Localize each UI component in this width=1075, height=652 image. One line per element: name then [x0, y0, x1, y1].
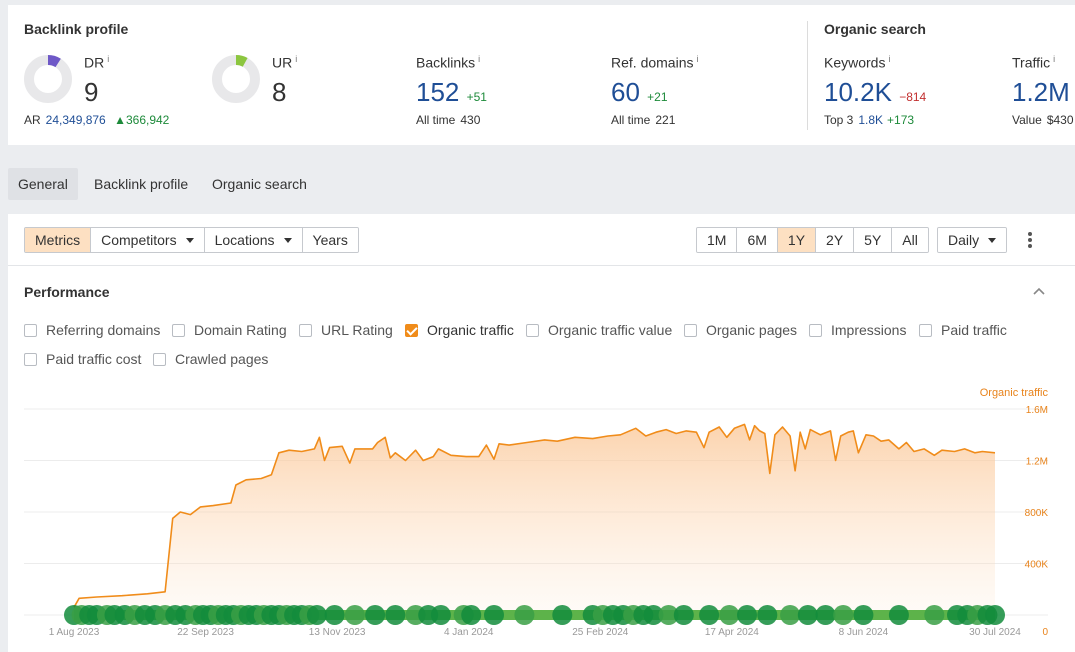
- dr-label[interactable]: DR i: [84, 54, 109, 71]
- top3-line: Top 3 1.8K +173: [824, 113, 915, 127]
- y-tick-label: 800K: [1025, 508, 1049, 519]
- event-marker: [797, 605, 818, 625]
- organic-traffic-area: [74, 424, 995, 615]
- ref-domains-delta: +21: [647, 90, 668, 104]
- event-marker: [815, 605, 836, 625]
- event-marker: [853, 605, 874, 625]
- tab-organic-search[interactable]: Organic search: [202, 168, 317, 200]
- keywords-value[interactable]: 10.2K −814: [824, 79, 926, 105]
- backlinks-delta: +51: [466, 90, 487, 104]
- arrow-up-icon: ▲: [114, 113, 126, 127]
- y-tick-label: 0: [1042, 627, 1048, 638]
- event-marker: [306, 605, 327, 625]
- info-icon: i: [478, 54, 481, 64]
- ar-line: AR 24,349,876 ▲366,942: [24, 113, 170, 127]
- event-marker: [461, 605, 482, 625]
- x-tick-label: 22 Sep 2023: [177, 627, 234, 638]
- event-marker: [699, 605, 720, 625]
- tab-general[interactable]: General: [8, 168, 78, 200]
- y-tick-label: 400K: [1025, 560, 1049, 571]
- info-icon: i: [888, 54, 891, 64]
- ref-domains-value[interactable]: 60 +21: [611, 79, 668, 105]
- backlinks-label[interactable]: Backlinks i: [416, 54, 480, 71]
- backlinks-value[interactable]: 152 +51: [416, 79, 487, 105]
- x-tick-label: 30 Jul 2024: [969, 627, 1021, 638]
- organic-traffic-chart: 1.6M 1.2M 800K 400K 0 1 Aug 2023 22 Sep 2023 1…: [24, 387, 1049, 638]
- organic-search-title: Organic search: [824, 21, 926, 37]
- event-marker: [430, 605, 451, 625]
- dr-value: 9: [84, 77, 99, 107]
- event-marker: [324, 605, 345, 625]
- event-marker: [552, 605, 573, 625]
- x-tick-label: 25 Feb 2024: [572, 627, 629, 638]
- event-marker: [514, 605, 535, 625]
- performance-card: Metrics Competitors Locations Years 1M 6…: [8, 214, 1075, 652]
- info-icon: i: [1053, 54, 1056, 64]
- x-tick-label: 4 Jan 2024: [444, 627, 494, 638]
- event-marker: [780, 605, 801, 625]
- info-icon: i: [295, 54, 298, 64]
- event-marker: [757, 605, 778, 625]
- y-tick-label: 1.2M: [1026, 457, 1048, 468]
- overview-card: Backlink profile DR i 9 UR i 8 AR 24,349,87…: [8, 5, 1075, 145]
- event-marker: [833, 605, 854, 625]
- event-marker: [365, 605, 386, 625]
- x-tick-label: 13 Nov 2023: [309, 627, 366, 638]
- traffic-value-line: Value $430: [1012, 113, 1074, 127]
- dr-gauge: [24, 55, 72, 103]
- ref-domains-label[interactable]: Ref. domains i: [611, 54, 698, 71]
- info-icon: i: [107, 54, 110, 64]
- y-axis-title: Organic traffic: [980, 387, 1049, 399]
- event-marker: [737, 605, 757, 625]
- event-marker: [385, 605, 406, 625]
- x-tick-label: 8 Jun 2024: [839, 627, 889, 638]
- event-marker: [719, 605, 740, 625]
- backlinks-alltime: All time 430: [416, 113, 481, 127]
- info-icon: i: [696, 54, 699, 64]
- traffic-label[interactable]: Traffic i: [1012, 54, 1055, 71]
- ref-domains-alltime: All time 221: [611, 113, 676, 127]
- x-tick-label: 1 Aug 2023: [49, 627, 100, 638]
- tab-backlink-profile[interactable]: Backlink profile: [84, 168, 198, 200]
- event-marker: [985, 605, 1005, 625]
- backlink-profile-title: Backlink profile: [24, 21, 129, 37]
- y-tick-label: 1.6M: [1026, 405, 1048, 416]
- event-marker: [484, 605, 504, 625]
- event-marker: [924, 605, 945, 625]
- keywords-delta: −814: [899, 90, 927, 104]
- event-marker: [344, 605, 365, 625]
- ar-value: 24,349,876: [45, 113, 106, 127]
- traffic-value[interactable]: 1.2M: [1012, 79, 1070, 105]
- keywords-label[interactable]: Keywords i: [824, 54, 890, 71]
- section-divider: [807, 21, 808, 130]
- ur-value: 8: [272, 77, 287, 107]
- ur-gauge: [212, 55, 260, 103]
- event-marker: [888, 605, 909, 625]
- event-marker: [673, 605, 694, 625]
- x-tick-label: 17 Apr 2024: [705, 627, 759, 638]
- ur-label[interactable]: UR i: [272, 54, 297, 71]
- ar-delta: 366,942: [125, 113, 170, 127]
